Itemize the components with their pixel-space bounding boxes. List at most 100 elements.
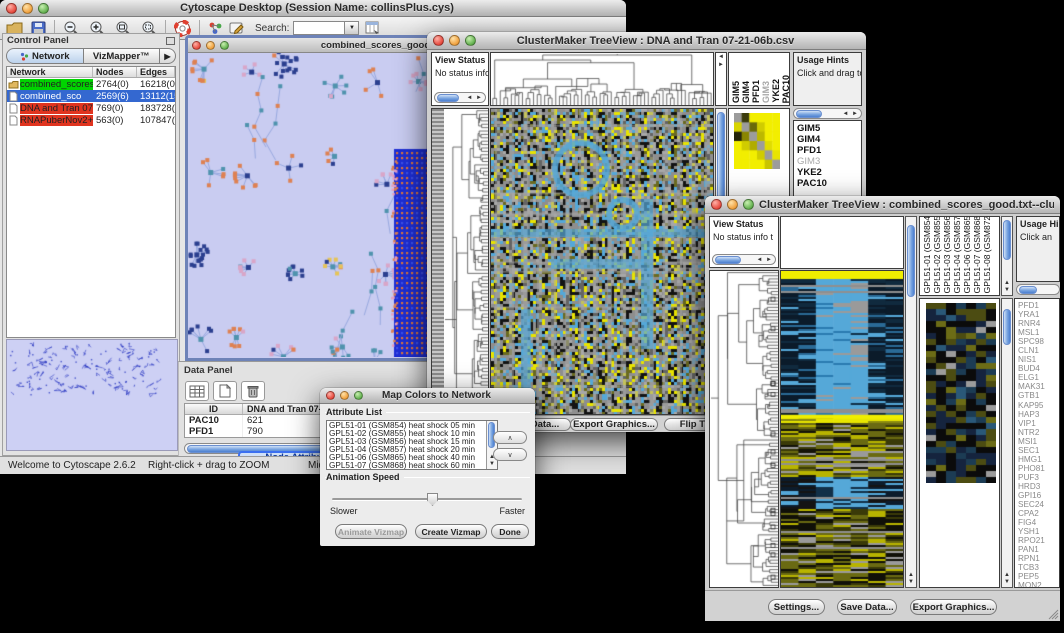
- frame-zoom-button[interactable]: [220, 41, 229, 50]
- gene-list-item[interactable]: VIP1: [1018, 419, 1059, 428]
- gene-list-item[interactable]: SEC1: [1018, 446, 1059, 455]
- column-label[interactable]: GPL51-07 (GSM868): [973, 216, 982, 293]
- column-label[interactable]: GIM4: [742, 81, 751, 103]
- new-attribute-button[interactable]: [213, 381, 237, 401]
- column-label[interactable]: GPL51-02 (GSM855): [933, 216, 942, 293]
- gene-list-item[interactable]: YRA1: [1018, 310, 1059, 319]
- gene-list-item[interactable]: NIS1: [1018, 355, 1059, 364]
- column-label[interactable]: PAC10: [782, 75, 790, 103]
- scroll-arrows[interactable]: ▲▼: [1002, 280, 1012, 294]
- scroll-thumb[interactable]: [796, 110, 822, 118]
- move-down-button[interactable]: ∨: [493, 448, 527, 461]
- scroll-thumb[interactable]: [907, 225, 915, 297]
- create-vizmap-button[interactable]: Create Vizmap: [415, 524, 487, 539]
- close-button[interactable]: [326, 391, 335, 400]
- gene-list-item[interactable]: RNR4: [1018, 319, 1059, 328]
- zoom-heatmap-canvas[interactable]: [926, 303, 996, 483]
- frame-minimize-button[interactable]: [206, 41, 215, 50]
- slider-thumb[interactable]: [427, 493, 438, 506]
- scroll-arrows[interactable]: ◄ ►: [466, 95, 485, 101]
- scroll-thumb[interactable]: [437, 94, 459, 102]
- minimize-button[interactable]: [22, 3, 33, 14]
- birds-eye-canvas[interactable]: [7, 340, 177, 450]
- tv1-titlebar[interactable]: ClusterMaker TreeView : DNA and Tran 07-…: [427, 32, 866, 50]
- animate-vizmap-button[interactable]: Animate Vizmap: [335, 524, 407, 539]
- gene-list-item[interactable]: PEP5: [1018, 572, 1059, 581]
- gene-list-item[interactable]: GTB1: [1018, 391, 1059, 400]
- settings-button[interactable]: Settings...: [768, 599, 825, 615]
- column-dendrogram-canvas[interactable]: [491, 53, 713, 105]
- gene-list-item[interactable]: BUD4: [1018, 364, 1059, 373]
- column-label[interactable]: GPL51-08 (GSM872): [983, 216, 992, 293]
- usage-hscrollbar[interactable]: [1016, 284, 1060, 295]
- gene-list-item[interactable]: GIM3: [797, 156, 861, 167]
- attribute-list-item[interactable]: GPL51-07 (GSM868) heat shock 60 min: [329, 462, 497, 470]
- view-status-hscrollbar[interactable]: ◄ ►: [434, 92, 486, 103]
- tab-vizmapper[interactable]: VizMapper™: [84, 48, 161, 64]
- zoom-heatmap-canvas[interactable]: [734, 113, 780, 169]
- close-button[interactable]: [711, 199, 722, 210]
- gene-list-item[interactable]: KAP95: [1018, 401, 1059, 410]
- scroll-arrows[interactable]: ▲▼: [906, 572, 916, 586]
- gene-list-item[interactable]: PFD1: [797, 145, 861, 156]
- gene-list-item[interactable]: FIG4: [1018, 518, 1059, 527]
- network-row[interactable]: RNAPuberNov2+563(0)107847(0): [7, 114, 175, 126]
- done-button[interactable]: Done: [491, 524, 529, 539]
- animation-speed-slider[interactable]: [332, 498, 522, 501]
- column-label[interactable]: GIM3: [762, 81, 771, 103]
- gene-list-item[interactable]: PAN1: [1018, 545, 1059, 554]
- close-button[interactable]: [6, 3, 17, 14]
- resize-grip[interactable]: [1047, 608, 1059, 620]
- tab-overflow-arrow[interactable]: ▶: [160, 48, 176, 64]
- zoom-window-button[interactable]: [354, 391, 363, 400]
- attribute-list-vscrollbar[interactable]: ▲▼: [486, 421, 497, 469]
- minimize-button[interactable]: [340, 391, 349, 400]
- float-panel-icon[interactable]: [166, 37, 175, 45]
- heatmap-vscrollbar[interactable]: ▲▼: [905, 216, 917, 588]
- column-label[interactable]: PFD1: [752, 80, 761, 103]
- zoom-window-button[interactable]: [465, 35, 476, 46]
- heatmap-canvas[interactable]: [781, 271, 903, 587]
- birds-eye-view[interactable]: [6, 339, 178, 451]
- minimize-button[interactable]: [727, 199, 738, 210]
- gene-list-item[interactable]: MSL1: [1018, 328, 1059, 337]
- gene-list-item[interactable]: CLN1: [1018, 346, 1059, 355]
- gene-list-item[interactable]: PFD1: [1018, 301, 1059, 310]
- gene-list-item[interactable]: YSH1: [1018, 527, 1059, 536]
- column-label[interactable]: GPL51-01 (GSM854): [923, 216, 932, 293]
- dialog-titlebar[interactable]: Map Colors to Network: [320, 388, 535, 404]
- scroll-arrows[interactable]: ▲▼: [1002, 572, 1012, 586]
- zoom-view-vscrollbar[interactable]: ▲▼: [1001, 298, 1013, 588]
- gene-list-item[interactable]: GPI16: [1018, 491, 1059, 500]
- gene-list-item[interactable]: GIM4: [797, 134, 861, 145]
- column-label[interactable]: GPL51-06 (GSM865): [963, 216, 972, 293]
- scroll-thumb[interactable]: [715, 256, 741, 264]
- gene-list-item[interactable]: CPA2: [1018, 509, 1059, 518]
- network-row[interactable]: combined_scores2764(0)16218(0): [7, 78, 175, 90]
- tv2-titlebar[interactable]: ClusterMaker TreeView : combined_scores_…: [705, 196, 1060, 214]
- view-status-hscrollbar[interactable]: ◄ ►: [712, 254, 776, 265]
- heatmap-canvas[interactable]: [491, 109, 713, 414]
- dendrogram-scroll-strip[interactable]: ◄►: [715, 52, 727, 106]
- zoom-window-button[interactable]: [38, 3, 49, 14]
- scroll-arrows[interactable]: ◄ ►: [842, 111, 861, 117]
- row-dendrogram-canvas[interactable]: [710, 271, 778, 587]
- column-label[interactable]: YKE2: [772, 79, 781, 103]
- scroll-thumb[interactable]: [1003, 220, 1011, 260]
- frame-close-button[interactable]: [192, 41, 201, 50]
- network-row[interactable]: DNA and Tran 07769(0)183728(0): [7, 102, 175, 114]
- gene-list-item[interactable]: PUF3: [1018, 473, 1059, 482]
- search-input[interactable]: [293, 21, 345, 35]
- column-label[interactable]: GIM5: [732, 81, 741, 103]
- delete-attribute-button[interactable]: [241, 381, 265, 401]
- gene-list-item[interactable]: PHO81: [1018, 464, 1059, 473]
- main-titlebar[interactable]: Cytoscape Desktop (Session Name: collins…: [0, 0, 626, 17]
- close-button[interactable]: [433, 35, 444, 46]
- search-dropdown-button[interactable]: ▼: [345, 21, 359, 35]
- save-data-button[interactable]: Save Data...: [837, 599, 897, 615]
- scroll-thumb[interactable]: [1019, 286, 1037, 294]
- export-graphics-button[interactable]: Export Graphics...: [910, 599, 997, 615]
- select-attributes-button[interactable]: [185, 381, 209, 401]
- column-labels-vscrollbar[interactable]: ▲▼: [1001, 216, 1013, 296]
- gene-list-item[interactable]: ELG1: [1018, 373, 1059, 382]
